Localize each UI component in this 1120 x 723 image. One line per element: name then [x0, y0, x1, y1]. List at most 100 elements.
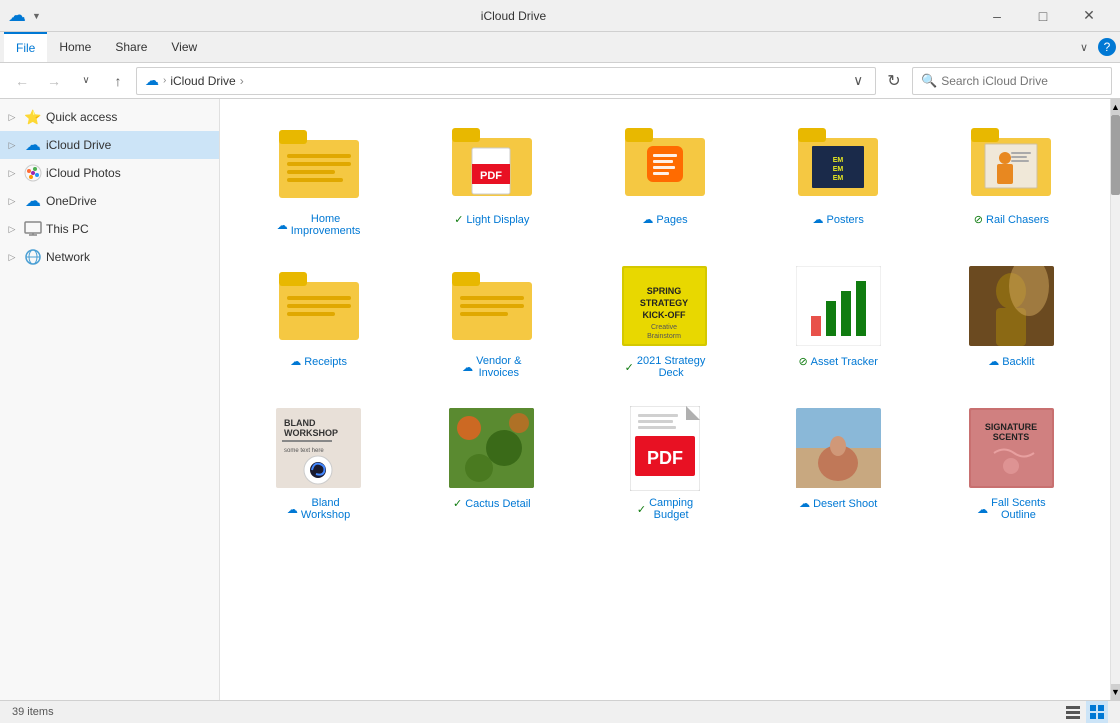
- sync-status-icon: ⊘: [974, 213, 983, 226]
- file-item-home-improvements[interactable]: ☁ HomeImprovements: [236, 111, 401, 245]
- status-backlit: ☁ Backlit: [988, 355, 1034, 368]
- file-item-camping-budget[interactable]: PDF ✓ CampingBudget: [582, 395, 747, 529]
- network-icon: [24, 248, 42, 266]
- search-icon: 🔍: [921, 73, 937, 89]
- thumb-vendor-invoices: [447, 261, 537, 351]
- onedrive-icon: ☁: [24, 192, 42, 210]
- svg-text:PDF: PDF: [480, 170, 502, 182]
- file-grid: ☁ HomeImprovements PDF: [232, 107, 1098, 533]
- label-posters: ☁ Posters: [813, 213, 864, 226]
- thumb-fall-scents: SIGNATURE SCENTS: [966, 403, 1056, 493]
- photos-icon: [24, 164, 42, 182]
- file-item-strategy-deck[interactable]: SPRING STRATEGY KICK-OFF Creative Brains…: [582, 253, 747, 387]
- file-item-fall-scents[interactable]: SIGNATURE SCENTS ☁ Fall ScentsOutline: [929, 395, 1094, 529]
- file-item-receipts[interactable]: ☁ Receipts: [236, 253, 401, 387]
- status-bland-workshop: ☁ BlandWorkshop: [287, 497, 350, 521]
- label-cactus-detail: ✓ Cactus Detail: [453, 497, 531, 510]
- status-light-display: ✓ Light Display: [454, 213, 529, 226]
- tab-home[interactable]: Home: [47, 32, 103, 62]
- view-list-button[interactable]: [1062, 701, 1084, 723]
- address-dropdown-button[interactable]: ∨: [849, 71, 867, 91]
- sidebar-item-this-pc[interactable]: ▷ This PC: [0, 215, 219, 243]
- status-posters: ☁ Posters: [813, 213, 864, 226]
- thumb-strategy-deck: SPRING STRATEGY KICK-OFF Creative Brains…: [620, 261, 710, 351]
- view-grid-button[interactable]: [1086, 701, 1108, 723]
- thumb-camping-budget: PDF: [620, 403, 710, 493]
- thumb-cactus-detail: [447, 403, 537, 493]
- svg-text:BLAND: BLAND: [284, 418, 316, 428]
- app-icon: ☁: [8, 5, 26, 26]
- maximize-button[interactable]: □: [1020, 0, 1066, 32]
- items-count: 39 items: [12, 706, 54, 718]
- sidebar-label-onedrive: OneDrive: [46, 194, 97, 208]
- star-icon: ⭐: [24, 108, 42, 126]
- svg-text:EM: EM: [833, 157, 844, 164]
- view-controls: [1062, 701, 1108, 723]
- file-item-asset-tracker[interactable]: ⊘ Asset Tracker: [756, 253, 921, 387]
- tab-file[interactable]: File: [4, 32, 47, 62]
- content-area: ☁ HomeImprovements PDF: [220, 99, 1110, 700]
- svg-text:SPRING: SPRING: [647, 286, 682, 296]
- scroll-down-button[interactable]: ▼: [1111, 684, 1120, 700]
- sidebar-item-quick-access[interactable]: ▷ ⭐ Quick access: [0, 103, 219, 131]
- thumb-light-display: PDF: [447, 119, 537, 209]
- file-item-rail-chasers[interactable]: ⊘ Rail Chasers: [929, 111, 1094, 245]
- status-camping-budget: ✓ CampingBudget: [637, 497, 693, 521]
- sidebar-item-icloud-drive[interactable]: ▷ ☁ iCloud Drive: [0, 131, 219, 159]
- file-item-light-display[interactable]: PDF ✓ Light Display: [409, 111, 574, 245]
- close-button[interactable]: ✕: [1066, 0, 1112, 32]
- search-input[interactable]: [941, 74, 1103, 88]
- label-fall-scents: ☁ Fall ScentsOutline: [977, 497, 1045, 521]
- expander-network: ▷: [4, 249, 20, 265]
- thumb-posters: EM EM EM: [793, 119, 883, 209]
- label-rail-chasers: ⊘ Rail Chasers: [974, 213, 1049, 226]
- tab-view[interactable]: View: [159, 32, 209, 62]
- label-vendor-invoices: ☁ Vendor &Invoices: [462, 355, 521, 379]
- status-vendor-invoices: ☁ Vendor &Invoices: [462, 355, 521, 379]
- file-item-vendor-invoices[interactable]: ☁ Vendor &Invoices: [409, 253, 574, 387]
- svg-text:Creative: Creative: [651, 324, 677, 331]
- file-item-posters[interactable]: EM EM EM ☁ Posters: [756, 111, 921, 245]
- svg-text:KICK-OFF: KICK-OFF: [643, 310, 686, 320]
- thumb-desert-shoot: [793, 403, 883, 493]
- sidebar-item-icloud-photos[interactable]: ▷ iCloud Photos: [0, 159, 219, 187]
- file-item-desert-shoot[interactable]: ☁ Desert Shoot: [756, 395, 921, 529]
- expander-icloud-photos: ▷: [4, 165, 20, 181]
- ribbon-help-button[interactable]: ?: [1098, 38, 1116, 56]
- label-camping-budget: ✓ CampingBudget: [637, 497, 693, 521]
- sidebar-item-network[interactable]: ▷ Network: [0, 243, 219, 271]
- cloud-drive-icon: ☁: [24, 136, 42, 154]
- qat-dropdown[interactable]: ▼: [28, 9, 45, 23]
- address-cloud-icon: ☁: [145, 72, 159, 89]
- minimize-button[interactable]: –: [974, 0, 1020, 32]
- file-item-backlit[interactable]: ☁ Backlit: [929, 253, 1094, 387]
- tab-share[interactable]: Share: [103, 32, 159, 62]
- statusbar: 39 items: [0, 700, 1120, 722]
- file-item-pages[interactable]: ☁ Pages: [582, 111, 747, 245]
- file-item-bland-workshop[interactable]: BLAND WORKSHOP some text here ☁ Bl: [236, 395, 401, 529]
- label-light-display: ✓ Light Display: [454, 213, 529, 226]
- ribbon: File Home Share View ∨ ?: [0, 32, 1120, 63]
- address-chevron1: ›: [163, 75, 166, 86]
- scroll-up-button[interactable]: ▲: [1111, 99, 1120, 115]
- scroll-thumb[interactable]: [1111, 115, 1120, 195]
- refresh-button[interactable]: ↻: [880, 67, 908, 95]
- up-button[interactable]: ↑: [104, 67, 132, 95]
- ribbon-chevron[interactable]: ∨: [1074, 39, 1094, 56]
- scrollbar[interactable]: ▲ ▼: [1110, 99, 1120, 700]
- status-desert-shoot: ☁ Desert Shoot: [799, 497, 877, 510]
- sidebar-label-quick-access: Quick access: [46, 110, 117, 124]
- sidebar-item-onedrive[interactable]: ▷ ☁ OneDrive: [0, 187, 219, 215]
- cloud-status-icon9: ☁: [977, 503, 988, 516]
- back-button[interactable]: ←: [8, 67, 36, 95]
- status-asset-tracker: ⊘ Asset Tracker: [798, 355, 877, 368]
- address-bar[interactable]: ☁ › iCloud Drive › ∨: [136, 67, 876, 95]
- cloud-status-icon2: ☁: [642, 213, 653, 226]
- label-desert-shoot: ☁ Desert Shoot: [799, 497, 877, 510]
- file-item-cactus-detail[interactable]: ✓ Cactus Detail: [409, 395, 574, 529]
- svg-text:WORKSHOP: WORKSHOP: [284, 428, 338, 438]
- thumb-pages: [620, 119, 710, 209]
- forward-button[interactable]: →: [40, 67, 68, 95]
- history-button[interactable]: ∨: [72, 67, 100, 95]
- svg-text:Brainstorm: Brainstorm: [648, 333, 682, 340]
